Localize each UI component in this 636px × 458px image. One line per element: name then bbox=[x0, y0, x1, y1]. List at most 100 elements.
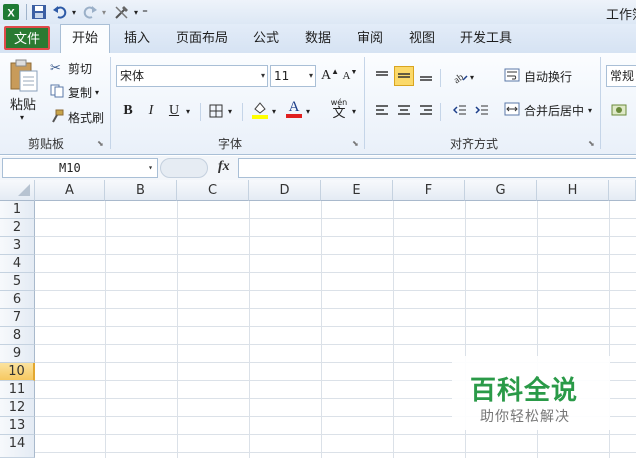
borders-dropdown-icon[interactable]: ▾ bbox=[228, 107, 232, 116]
copy-button[interactable]: 复制 ▾ bbox=[50, 84, 99, 101]
row-header[interactable]: 1 bbox=[0, 201, 35, 219]
orientation-dropdown-icon[interactable]: ▾ bbox=[470, 73, 474, 82]
undo-icon[interactable] bbox=[50, 3, 70, 21]
tab-page-layout[interactable]: 页面布局 bbox=[176, 30, 228, 48]
undo-dropdown-icon[interactable]: ▾ bbox=[70, 3, 78, 21]
paste-dropdown-icon[interactable]: ▾ bbox=[20, 113, 24, 122]
column-header[interactable] bbox=[609, 180, 636, 201]
row-header[interactable]: 9 bbox=[0, 345, 35, 363]
tab-view[interactable]: 视图 bbox=[409, 30, 435, 48]
font-launcher-icon[interactable]: ⬊ bbox=[352, 139, 359, 148]
row-header[interactable]: 8 bbox=[0, 327, 35, 345]
row-header[interactable]: 6 bbox=[0, 291, 35, 309]
align-bottom-icon[interactable] bbox=[416, 66, 436, 86]
align-middle-icon[interactable] bbox=[394, 66, 414, 86]
grow-font-icon[interactable]: A ▲ bbox=[320, 66, 340, 86]
column-header[interactable]: H bbox=[537, 180, 609, 201]
row-header[interactable]: 14 bbox=[0, 435, 35, 458]
font-color-icon[interactable]: A bbox=[284, 99, 304, 119]
column-header[interactable]: A bbox=[35, 180, 105, 201]
gridline bbox=[177, 201, 178, 458]
tab-home[interactable]: 开始 bbox=[60, 24, 110, 54]
fill-color-dropdown-icon[interactable]: ▾ bbox=[272, 107, 276, 116]
row-header[interactable]: 13 bbox=[0, 417, 35, 435]
column-header[interactable]: G bbox=[465, 180, 537, 201]
font-name-dropdown-icon[interactable]: ▾ bbox=[261, 66, 265, 86]
align-center-icon[interactable] bbox=[394, 100, 414, 120]
scissors-icon: ✂ bbox=[50, 61, 61, 76]
name-box-dropdown-icon[interactable]: ▾ bbox=[148, 159, 153, 177]
italic-button[interactable]: I bbox=[141, 101, 161, 121]
ribbon: 粘贴 ▾ ✂ 剪切 复制 ▾ 格式刷 剪贴板 ⬊ 宋体 ▾ 11 ▾ A ▲ A ▼… bbox=[0, 53, 636, 155]
tab-data[interactable]: 数据 bbox=[305, 30, 331, 48]
formula-input[interactable] bbox=[238, 158, 636, 178]
column-header[interactable]: F bbox=[393, 180, 465, 201]
wrap-text-button[interactable]: 自动换行 bbox=[504, 68, 572, 85]
paste-button[interactable]: 粘贴 bbox=[10, 94, 36, 113]
redo-dropdown-icon[interactable]: ▾ bbox=[100, 3, 108, 21]
font-name-select[interactable]: 宋体 ▾ bbox=[116, 65, 268, 87]
column-header[interactable]: C bbox=[177, 180, 249, 201]
row-header[interactable]: 2 bbox=[0, 219, 35, 237]
row-header-active[interactable]: 10 bbox=[0, 363, 35, 381]
row-header[interactable]: 4 bbox=[0, 255, 35, 273]
number-format-select[interactable]: 常规 bbox=[606, 65, 636, 87]
gridline bbox=[393, 201, 394, 458]
tab-review[interactable]: 审阅 bbox=[357, 30, 383, 48]
underline-dropdown-icon[interactable]: ▾ bbox=[186, 107, 190, 116]
column-header[interactable]: E bbox=[321, 180, 393, 201]
tools-dropdown-icon[interactable]: ▾ bbox=[132, 3, 140, 21]
save-icon[interactable] bbox=[30, 3, 48, 21]
borders-icon[interactable] bbox=[206, 101, 226, 121]
tab-file[interactable]: 文件 bbox=[4, 26, 50, 50]
column-header[interactable]: B bbox=[105, 180, 177, 201]
row-header[interactable]: 12 bbox=[0, 399, 35, 417]
underline-button[interactable]: U bbox=[164, 101, 184, 121]
excel-logo-icon[interactable]: X bbox=[2, 3, 20, 21]
select-all-corner[interactable] bbox=[0, 180, 35, 201]
gridline bbox=[35, 308, 636, 309]
phonetic-dropdown-icon[interactable]: ▾ bbox=[352, 107, 356, 116]
alignment-launcher-icon[interactable]: ⬊ bbox=[588, 139, 595, 148]
currency-format-icon[interactable] bbox=[610, 100, 630, 120]
formula-controls bbox=[160, 158, 208, 178]
tab-formulas[interactable]: 公式 bbox=[253, 30, 279, 48]
decrease-indent-icon[interactable] bbox=[450, 100, 470, 120]
row-header[interactable]: 5 bbox=[0, 273, 35, 291]
tab-developer[interactable]: 开发工具 bbox=[460, 30, 512, 48]
bold-button[interactable]: B bbox=[118, 101, 138, 121]
tools-icon[interactable] bbox=[112, 3, 132, 21]
insert-function-button[interactable]: fx bbox=[218, 159, 230, 175]
row-header[interactable]: 11 bbox=[0, 381, 35, 399]
phonetic-icon[interactable]: wén 文 bbox=[326, 98, 352, 120]
align-left-icon[interactable] bbox=[372, 100, 392, 120]
separator bbox=[364, 57, 365, 149]
copy-dropdown-icon[interactable]: ▾ bbox=[95, 88, 99, 97]
font-size-value: 11 bbox=[274, 69, 290, 83]
paste-icon[interactable] bbox=[8, 57, 40, 93]
gridline bbox=[35, 434, 636, 435]
row-header[interactable]: 7 bbox=[0, 309, 35, 327]
name-box[interactable]: M10 ▾ bbox=[2, 158, 158, 178]
align-right-icon[interactable] bbox=[416, 100, 436, 120]
customize-toolbar-icon[interactable]: ⁼ bbox=[140, 3, 150, 21]
gridline bbox=[35, 236, 636, 237]
redo-icon[interactable] bbox=[80, 3, 100, 21]
clipboard-launcher-icon[interactable]: ⬊ bbox=[97, 139, 104, 148]
increase-indent-icon[interactable] bbox=[472, 100, 492, 120]
format-painter-button[interactable]: 格式刷 bbox=[50, 109, 104, 126]
merge-center-dropdown-icon[interactable]: ▾ bbox=[588, 106, 592, 115]
shrink-font-icon[interactable]: A ▼ bbox=[340, 66, 360, 86]
fill-color-icon[interactable] bbox=[250, 99, 270, 119]
ribbon-tab-bar: 文件 开始 插入 页面布局 公式 数据 审阅 视图 开发工具 bbox=[0, 24, 636, 54]
font-size-select[interactable]: 11 ▾ bbox=[270, 65, 316, 87]
align-top-icon[interactable] bbox=[372, 66, 392, 86]
font-size-dropdown-icon[interactable]: ▾ bbox=[309, 66, 313, 86]
orientation-icon[interactable]: ab bbox=[450, 66, 470, 86]
tab-insert[interactable]: 插入 bbox=[124, 30, 150, 48]
font-color-dropdown-icon[interactable]: ▾ bbox=[306, 107, 310, 116]
merge-center-button[interactable]: 合并后居中 ▾ bbox=[504, 102, 592, 119]
cut-button[interactable]: ✂ 剪切 bbox=[50, 60, 92, 77]
column-header[interactable]: D bbox=[249, 180, 321, 201]
row-header[interactable]: 3 bbox=[0, 237, 35, 255]
